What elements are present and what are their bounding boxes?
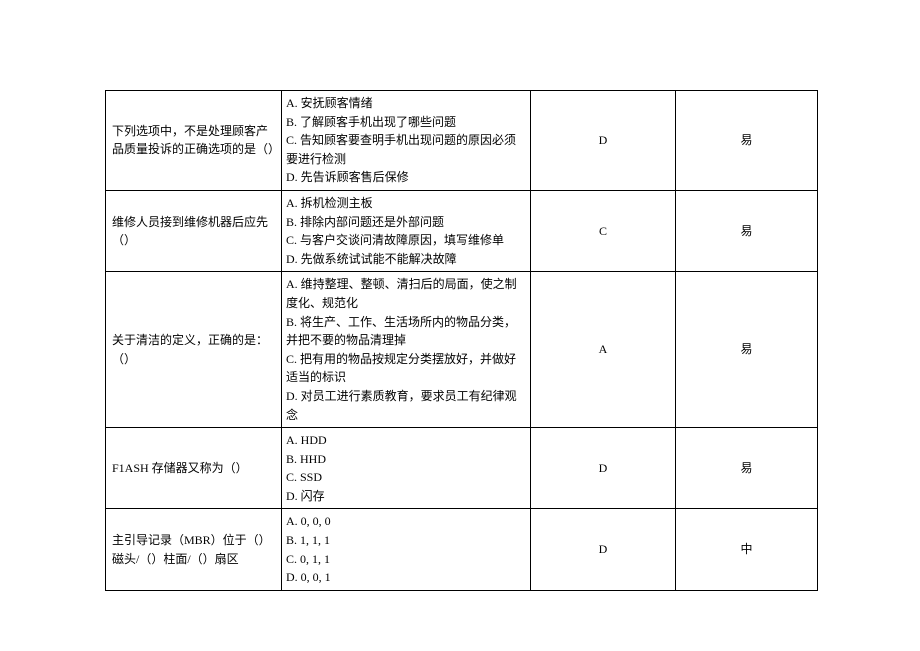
option-d: D. 先告诉顾客售后保修: [286, 168, 526, 187]
level-cell: 易: [676, 272, 818, 428]
table-row: 维修人员接到维修机器后应先（） A. 拆机检测主板 B. 排除内部问题还是外部问…: [106, 190, 818, 271]
level-cell: 中: [676, 509, 818, 590]
option-a: A. HDD: [286, 431, 526, 450]
table-row: F1ASH 存储器又称为（） A. HDD B. HHD C. SSD D. 闪…: [106, 428, 818, 509]
answer-cell: C: [531, 190, 676, 271]
option-b: B. 排除内部问题还是外部问题: [286, 213, 526, 232]
table-row: 下列选项中，不是处理顾客产品质量投诉的正确选项的是（） A. 安抚顾客情绪 B.…: [106, 91, 818, 191]
option-a: A. 安抚顾客情绪: [286, 94, 526, 113]
level-cell: 易: [676, 428, 818, 509]
option-d: D. 闪存: [286, 487, 526, 506]
question-table: 下列选项中，不是处理顾客产品质量投诉的正确选项的是（） A. 安抚顾客情绪 B.…: [105, 90, 818, 591]
option-d: D. 先做系统试试能不能解决故障: [286, 250, 526, 269]
options-cell: A. HDD B. HHD C. SSD D. 闪存: [282, 428, 531, 509]
option-a: A. 拆机检测主板: [286, 194, 526, 213]
option-d: D. 0, 0, 1: [286, 568, 526, 587]
table-row: 关于清洁的定义，正确的是：（） A. 维持整理、整顿、清扫后的局面，使之制度化、…: [106, 272, 818, 428]
question-cell: 维修人员接到维修机器后应先（）: [106, 190, 282, 271]
option-c: C. 告知顾客要查明手机出现问题的原因必须要进行检测: [286, 131, 526, 168]
option-c: C. 与客户交谈问清故障原因，填写维修单: [286, 231, 526, 250]
option-c: C. 把有用的物品按规定分类摆放好，并做好适当的标识: [286, 350, 526, 387]
options-cell: A. 拆机检测主板 B. 排除内部问题还是外部问题 C. 与客户交谈问清故障原因…: [282, 190, 531, 271]
option-a: A. 维持整理、整顿、清扫后的局面，使之制度化、规范化: [286, 275, 526, 312]
options-cell: A. 0, 0, 0 B. 1, 1, 1 C. 0, 1, 1 D. 0, 0…: [282, 509, 531, 590]
option-b: B. 了解顾客手机出现了哪些问题: [286, 113, 526, 132]
option-d: D. 对员工进行素质教育，要求员工有纪律观念: [286, 387, 526, 424]
option-b: B. 1, 1, 1: [286, 531, 526, 550]
option-c: C. 0, 1, 1: [286, 550, 526, 569]
table-row: 主引导记录（MBR）位于（）磁头/（）柱面/（）扇区 A. 0, 0, 0 B.…: [106, 509, 818, 590]
question-cell: 下列选项中，不是处理顾客产品质量投诉的正确选项的是（）: [106, 91, 282, 191]
option-a: A. 0, 0, 0: [286, 512, 526, 531]
question-cell: 主引导记录（MBR）位于（）磁头/（）柱面/（）扇区: [106, 509, 282, 590]
option-c: C. SSD: [286, 468, 526, 487]
answer-cell: D: [531, 509, 676, 590]
question-cell: F1ASH 存储器又称为（）: [106, 428, 282, 509]
option-b: B. HHD: [286, 450, 526, 469]
level-cell: 易: [676, 190, 818, 271]
level-cell: 易: [676, 91, 818, 191]
answer-cell: D: [531, 91, 676, 191]
question-cell: 关于清洁的定义，正确的是：（）: [106, 272, 282, 428]
options-cell: A. 维持整理、整顿、清扫后的局面，使之制度化、规范化 B. 将生产、工作、生活…: [282, 272, 531, 428]
answer-cell: A: [531, 272, 676, 428]
answer-cell: D: [531, 428, 676, 509]
option-b: B. 将生产、工作、生活场所内的物品分类，并把不要的物品清理掉: [286, 313, 526, 350]
options-cell: A. 安抚顾客情绪 B. 了解顾客手机出现了哪些问题 C. 告知顾客要查明手机出…: [282, 91, 531, 191]
